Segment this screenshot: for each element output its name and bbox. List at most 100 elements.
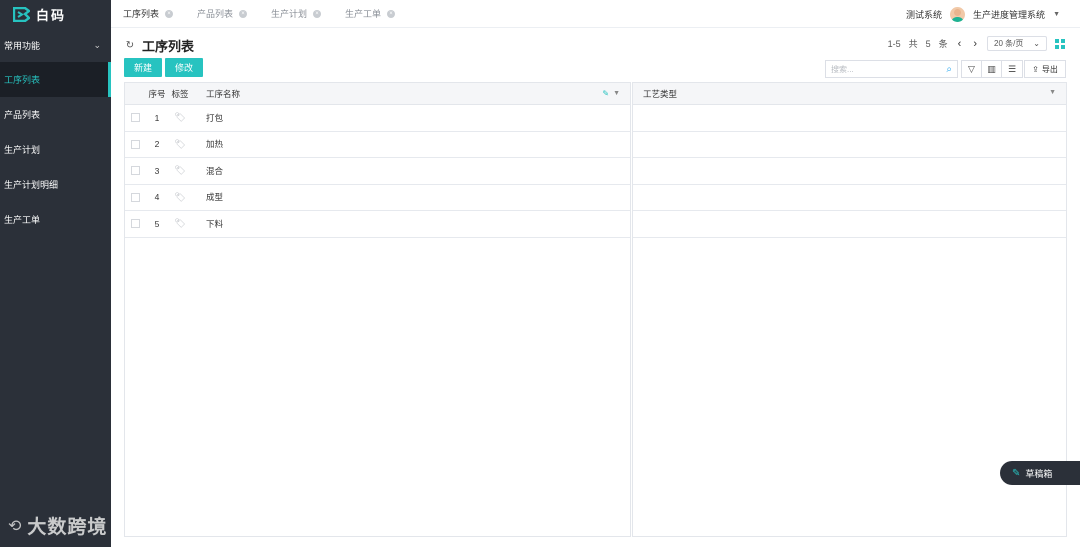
- tag-icon[interactable]: 🏷: [169, 112, 191, 123]
- tab-label: 工序列表: [123, 9, 160, 19]
- search-box: ⌕: [825, 60, 958, 78]
- tab-process-list[interactable]: 工序列表 ×: [111, 0, 185, 28]
- table-row[interactable]: [633, 211, 1066, 238]
- close-icon[interactable]: ×: [387, 9, 396, 18]
- menu-group-common[interactable]: 常用功能 ⌄: [0, 28, 111, 62]
- table-row[interactable]: 4 🏷 成型: [125, 185, 630, 211]
- tag-icon[interactable]: 🏷: [169, 218, 191, 229]
- filter-icon[interactable]: ▽: [962, 61, 982, 77]
- drafts-button[interactable]: ✎ 草稿箱: [1000, 461, 1080, 485]
- chevron-down-icon: ⌄: [93, 39, 101, 50]
- sidebar-item-label: 生产工单: [4, 215, 41, 225]
- watermark-logo-icon: ⟲: [8, 516, 22, 535]
- row-checkbox[interactable]: [130, 192, 140, 202]
- tab-bar: 工序列表 × 产品列表 × 生产计划 × 生产工单 × 测试系统 生产进度管理系…: [111, 0, 1080, 28]
- watermark-text: 大数跨境: [27, 516, 108, 538]
- row-name: 加热: [206, 139, 224, 150]
- pen-icon[interactable]: ✎: [602, 89, 609, 98]
- row-index: 5: [154, 218, 160, 229]
- table-row[interactable]: 5 🏷 下料: [125, 211, 630, 238]
- close-icon[interactable]: ×: [239, 9, 248, 18]
- page-title: 工序列表: [142, 38, 195, 54]
- sidebar-item-label: 生产计划: [4, 145, 41, 155]
- column-header-name[interactable]: 工序名称: [191, 88, 630, 100]
- page-size-value: 20 条/页: [994, 39, 1024, 48]
- tab-label: 产品列表: [197, 9, 234, 19]
- tab-label: 生产工单: [345, 9, 382, 19]
- tab-work-order[interactable]: 生产工单 ×: [333, 0, 407, 28]
- sidebar-item-product-list[interactable]: 产品列表: [0, 97, 111, 132]
- tab-label: 生产计划: [271, 9, 308, 19]
- pager-total-suffix: 条: [938, 39, 948, 49]
- table-row[interactable]: [633, 185, 1066, 211]
- row-name: 混合: [206, 165, 224, 176]
- search-input[interactable]: [831, 64, 931, 74]
- column-settings-icon[interactable]: ☰: [1002, 61, 1022, 77]
- sidebar-item-work-order[interactable]: 生产工单: [0, 202, 111, 237]
- tag-icon[interactable]: 🏷: [169, 192, 191, 203]
- caret-down-icon[interactable]: ▼: [1053, 11, 1060, 18]
- caret-down-icon[interactable]: ▼: [1049, 89, 1056, 96]
- logo[interactable]: 白码: [0, 0, 111, 28]
- tag-icon[interactable]: 🏷: [169, 139, 191, 150]
- table-row[interactable]: 1 🏷 打包: [125, 105, 630, 132]
- column-header-type[interactable]: 工艺类型: [633, 88, 1066, 100]
- layout-grid-icon[interactable]: [1055, 38, 1065, 49]
- row-checkbox[interactable]: [130, 139, 140, 149]
- row-name: 成型: [206, 192, 224, 203]
- table-row[interactable]: [633, 132, 1066, 158]
- row-check-cell: [125, 219, 145, 229]
- chart-icon[interactable]: ▥: [982, 61, 1002, 77]
- drafts-label: 草稿箱: [1025, 468, 1053, 479]
- menu-group-label: 常用功能: [4, 40, 41, 51]
- tag-icon[interactable]: 🏷: [169, 165, 191, 176]
- table-row[interactable]: 3 🏷 混合: [125, 158, 630, 185]
- sidebar-item-production-plan[interactable]: 生产计划: [0, 132, 111, 167]
- tab-product-list[interactable]: 产品列表 ×: [185, 0, 259, 28]
- chevron-left-icon[interactable]: ‹: [956, 38, 964, 50]
- avatar[interactable]: [950, 6, 966, 22]
- edit-button[interactable]: 修改: [165, 58, 203, 77]
- new-button[interactable]: 新建: [124, 58, 162, 77]
- sidebar-item-label: 产品列表: [4, 110, 41, 120]
- table-header: 序号 标签 工序名称 ✎ ▼: [125, 83, 630, 105]
- page-header: ↻ 工序列表: [124, 35, 194, 55]
- row-checkbox[interactable]: [130, 219, 140, 229]
- pagination: 1-5 共 5 条 ‹ › 20 条/页 ⌄: [888, 36, 1065, 51]
- caret-down-icon[interactable]: ▼: [613, 90, 620, 97]
- row-check-cell: [125, 139, 145, 149]
- close-icon[interactable]: ×: [313, 9, 322, 18]
- sidebar-item-label: 生产计划明细: [4, 180, 59, 190]
- row-name: 打包: [206, 112, 224, 123]
- column-header-tag: 标签: [171, 88, 189, 99]
- pager-total: 5: [925, 38, 931, 49]
- row-check-cell: [125, 113, 145, 123]
- tab-production-plan[interactable]: 生产计划 ×: [259, 0, 333, 28]
- export-label: 导出: [1041, 64, 1058, 74]
- row-check-cell: [125, 192, 145, 202]
- close-icon[interactable]: ×: [165, 9, 174, 18]
- user-area: 测试系统 生产进度管理系统 ▼: [906, 0, 1060, 28]
- chevron-down-icon: ⌄: [1033, 39, 1040, 48]
- table-row[interactable]: 2 🏷 加热: [125, 132, 630, 158]
- system-label[interactable]: 测试系统: [906, 8, 942, 21]
- watermark: ⟲ 大数跨境: [8, 512, 107, 539]
- export-button[interactable]: ⇪ 导出: [1024, 60, 1066, 78]
- user-name[interactable]: 生产进度管理系统: [973, 8, 1045, 21]
- row-checkbox[interactable]: [130, 166, 140, 176]
- pager-total-prefix: 共: [908, 39, 918, 49]
- column-header-actions: ▼: [1049, 89, 1056, 96]
- table-row[interactable]: [633, 105, 1066, 132]
- refresh-icon[interactable]: ↻: [124, 39, 136, 51]
- search-icon[interactable]: ⌕: [946, 64, 952, 75]
- sidebar-item-process-list[interactable]: 工序列表: [0, 62, 111, 97]
- row-name: 下料: [206, 218, 224, 229]
- page-size-select[interactable]: 20 条/页 ⌄: [987, 36, 1047, 51]
- chevron-right-icon[interactable]: ›: [971, 38, 979, 50]
- sidebar-item-plan-detail[interactable]: 生产计划明细: [0, 167, 111, 202]
- process-table: 序号 标签 工序名称 ✎ ▼ 1 🏷 打包 2 🏷 加热 3 🏷 混合 4 🏷 …: [124, 82, 631, 537]
- logo-mark-icon: [13, 6, 30, 22]
- column-header-index: 序号: [148, 88, 166, 99]
- table-row[interactable]: [633, 158, 1066, 185]
- row-checkbox[interactable]: [130, 113, 140, 123]
